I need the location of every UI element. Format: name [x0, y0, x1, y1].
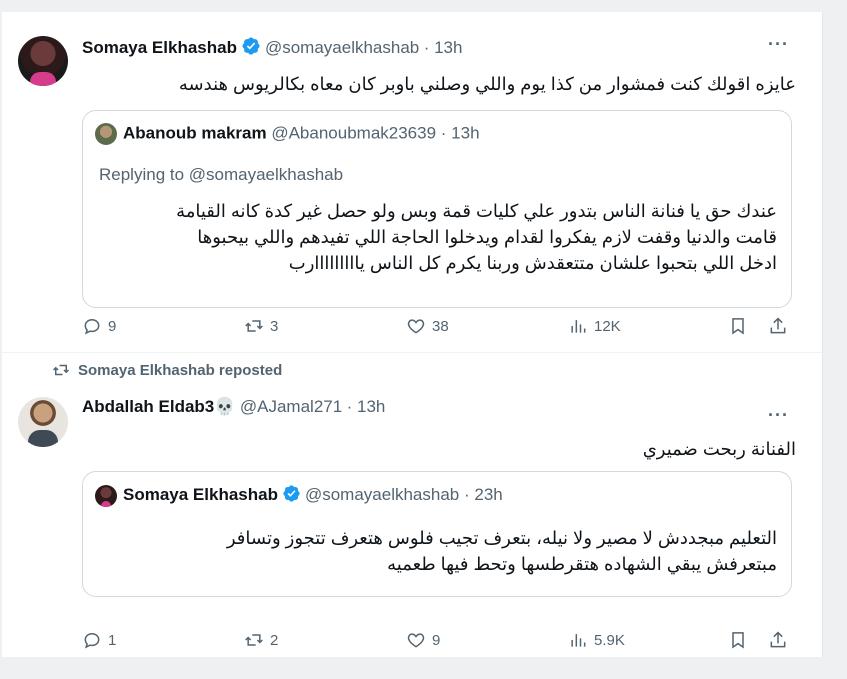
avatar[interactable]: [18, 397, 68, 447]
tweet[interactable]: Somaya Elkhashab @somayaelkhashab · 13h ·…: [2, 12, 822, 353]
avatar: [95, 484, 117, 507]
quote-header: Somaya Elkhashab @somayaelkhashab · 23h: [95, 484, 503, 508]
repost-context: Somaya Elkhashab reposted: [52, 361, 282, 379]
share-button[interactable]: [768, 630, 794, 650]
tweet-actions: 1 2 9 5.9K: [82, 630, 792, 654]
author-name[interactable]: Abdallah Eldab3💀: [82, 397, 235, 416]
bookmark-button[interactable]: [728, 630, 754, 650]
reply-count: 9: [108, 317, 117, 335]
quote-timestamp: · 23h: [464, 485, 503, 504]
share-button[interactable]: [768, 316, 794, 336]
timestamp[interactable]: · 13h: [424, 38, 463, 57]
quoted-tweet[interactable]: Somaya Elkhashab @somayaelkhashab · 23h ا…: [82, 471, 792, 597]
avatar: [95, 123, 117, 145]
tweet-text: الفنانة ربحت ضميري: [642, 439, 796, 459]
replying-to: Replying to @somayaelkhashab: [99, 165, 344, 184]
views-icon: [571, 634, 586, 647]
repost-count: 3: [270, 317, 279, 335]
views-button[interactable]: 5.9K: [568, 630, 625, 650]
share-icon: [770, 317, 786, 334]
like-button[interactable]: 9: [406, 630, 440, 650]
timeline: Somaya Elkhashab @somayaelkhashab · 13h ·…: [2, 12, 823, 657]
repost-icon: [52, 364, 70, 376]
quoted-tweet[interactable]: Abanoub makram @Abanoubmak23639 · 13h Re…: [82, 110, 792, 308]
like-count: 38: [432, 317, 449, 335]
reply-button[interactable]: 9: [82, 316, 116, 336]
quote-timestamp: · 13h: [440, 123, 480, 143]
quote-text-line: مبتعرفش يبقي الشهاده هتقرطسها وتحط فيها …: [387, 554, 777, 574]
repost-icon: [245, 634, 263, 646]
quote-author-name: Abanoub makram: [123, 123, 267, 143]
tweet[interactable]: Somaya Elkhashab reposted Abdallah Eldab…: [2, 353, 822, 657]
timestamp[interactable]: · 13h: [347, 397, 386, 416]
quote-header: Abanoub makram @Abanoubmak23639 · 13h: [95, 123, 480, 145]
bookmark-button[interactable]: [728, 316, 754, 336]
quote-text-line: ادخل اللي بتحبوا علشان متتعقدش وربنا يكر…: [288, 253, 777, 273]
tweet-header: Somaya Elkhashab @somayaelkhashab · 13h: [82, 36, 462, 61]
quote-author-handle: @Abanoubmak23639: [271, 123, 437, 143]
repost-count: 2: [270, 631, 279, 649]
more-icon[interactable]: ···: [768, 34, 789, 55]
views-count: 5.9K: [594, 631, 625, 649]
quote-text-line: قامت والدنيا وقفت لازم يفكروا لقدام ويدخ…: [197, 227, 777, 247]
share-icon: [770, 631, 786, 648]
views-count: 12K: [594, 317, 621, 335]
author-name[interactable]: Somaya Elkhashab: [82, 38, 237, 57]
views-icon: [571, 320, 586, 333]
reply-count: 1: [108, 631, 117, 649]
quote-author-handle: @somayaelkhashab: [304, 485, 460, 504]
views-button[interactable]: 12K: [568, 316, 621, 336]
quote-author-name: Somaya Elkhashab: [123, 485, 278, 504]
author-handle[interactable]: @somayaelkhashab: [265, 38, 419, 57]
repost-button[interactable]: 2: [244, 630, 278, 650]
verified-badge-icon: [282, 484, 301, 508]
like-button[interactable]: 38: [406, 316, 449, 336]
bookmark-icon: [732, 632, 744, 649]
avatar[interactable]: [18, 36, 68, 86]
repost-label[interactable]: Somaya Elkhashab reposted: [78, 362, 282, 379]
quote-text-line: التعليم مبجددش لا مصير ولا نيله، بتعرف ت…: [226, 528, 777, 548]
like-count: 9: [432, 631, 441, 649]
verified-badge-icon: [241, 36, 261, 61]
author-handle[interactable]: @AJamal271: [240, 397, 342, 416]
repost-icon: [245, 320, 263, 332]
like-icon: [407, 633, 425, 648]
quote-text-line: عندك حق يا فنانة الناس بتدور علي كليات ق…: [176, 201, 777, 221]
tweet-header: Abdallah Eldab3💀 @AJamal271 · 13h: [82, 397, 385, 417]
bookmark-icon: [732, 318, 744, 335]
more-icon[interactable]: ···: [768, 405, 789, 426]
reply-icon: [84, 318, 100, 335]
tweet-text: عايزه اقولك كنت فمشوار من كذا يوم واللي …: [178, 74, 796, 94]
tweet-actions: 9 3 38 12K: [82, 316, 792, 340]
reply-button[interactable]: 1: [82, 630, 116, 650]
reply-icon: [84, 632, 100, 649]
repost-button[interactable]: 3: [244, 316, 278, 336]
like-icon: [407, 319, 425, 334]
